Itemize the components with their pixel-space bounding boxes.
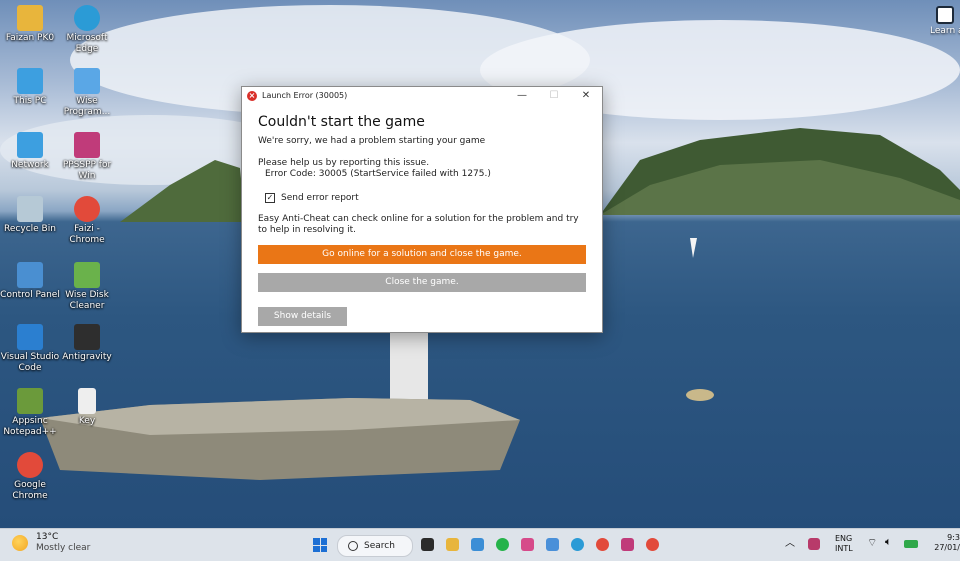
dialog-subtitle: We're sorry, we had a problem starting y…	[258, 136, 486, 146]
dialog-title: Launch Error (30005)	[262, 91, 348, 100]
file-explorer-icon[interactable]	[446, 538, 459, 551]
taskbar-search[interactable]: Search	[337, 535, 413, 557]
notepad-icon	[17, 388, 43, 414]
maximize-button: ☐	[549, 90, 559, 101]
desktop-icon-key[interactable]: Key	[57, 388, 117, 427]
folder-icon	[17, 5, 43, 31]
send-error-report-label: Send error report	[281, 193, 359, 203]
desktop-icon-google-chrome[interactable]: Google Chrome	[0, 452, 60, 502]
desktop-icon-microsoft-edge[interactable]: Microsoft Edge	[57, 5, 117, 55]
show-details-button[interactable]: Show details	[258, 307, 347, 326]
start-button[interactable]	[313, 538, 327, 552]
desktop-icon-ppsspp[interactable]: PPSSPP for Win	[57, 132, 117, 182]
weather-widget[interactable]: 13°C Mostly clear	[12, 532, 90, 554]
chrome-icon	[17, 452, 43, 478]
camera-icon	[936, 6, 954, 24]
desktop-icon-wise-disk-cleaner[interactable]: Wise Disk Cleaner	[57, 262, 117, 312]
learn-about-picture-button[interactable]: Learn about this picture	[930, 6, 960, 37]
weather-temperature: 13°C	[36, 532, 59, 542]
recycle-bin-icon	[17, 196, 43, 222]
tray-chevron-icon[interactable]: ︿	[785, 539, 795, 549]
file-icon	[78, 388, 96, 414]
close-button[interactable]: ✕	[570, 87, 602, 104]
minimize-button[interactable]: —	[506, 87, 538, 104]
edge-taskbar-icon[interactable]	[571, 538, 584, 551]
search-icon	[348, 541, 358, 551]
chrome-profile-taskbar-icon[interactable]	[646, 538, 659, 551]
error-code-text: Error Code: 30005 (StartService failed w…	[265, 169, 491, 179]
language-indicator[interactable]: ENG INTL	[835, 534, 853, 554]
desktop-icon-recycle-bin[interactable]: Recycle Bin	[0, 196, 60, 235]
vscode-icon	[17, 324, 43, 350]
dialog-heading: Couldn't start the game	[258, 114, 425, 130]
go-online-button[interactable]: Go online for a solution and close the g…	[258, 245, 586, 264]
desktop-icon-visual-studio-code[interactable]: Visual Studio Code	[0, 324, 60, 374]
desktop-icon-antigravity[interactable]: Antigravity	[57, 324, 117, 363]
send-error-report-option[interactable]: ✓ Send error report	[258, 193, 586, 203]
send-error-report-checkbox[interactable]: ✓	[265, 193, 275, 203]
report-prompt: Please help us by reporting this issue.	[258, 158, 430, 168]
desktop-icon-faizan-pk0[interactable]: Faizan PK0	[0, 5, 60, 44]
monitor-icon	[17, 68, 43, 94]
ppsspp-icon	[74, 132, 100, 158]
desktop-icon-network[interactable]: Network	[0, 132, 60, 171]
taskbar: 13°C Mostly clear Search ︿ ENG INTL ⌔ 🔈︎…	[0, 528, 960, 561]
tray-app-icon[interactable]	[808, 538, 820, 550]
close-game-button[interactable]: Close the game.	[258, 273, 586, 292]
info-text: Easy Anti-Cheat can check online for a s…	[258, 214, 579, 235]
clock[interactable]: 9:3 27/01/	[932, 533, 960, 553]
chrome-taskbar-icon[interactable]	[596, 538, 609, 551]
wise-disk-cleaner-icon	[74, 262, 100, 288]
error-icon: ×	[247, 90, 257, 101]
store-icon[interactable]	[471, 538, 484, 551]
desktop-icon-wise-program[interactable]: Wise Program...	[57, 68, 117, 118]
search-label: Search	[364, 541, 395, 551]
notepad-app-icon[interactable]	[546, 538, 559, 551]
network-icon	[17, 132, 43, 158]
chrome-icon	[74, 196, 100, 222]
battery-icon[interactable]	[904, 540, 918, 548]
control-panel-icon	[17, 262, 43, 288]
wise-program-icon	[74, 68, 100, 94]
task-view-icon[interactable]	[421, 538, 434, 551]
dialog-body: Couldn't start the game We're sorry, we …	[242, 104, 602, 326]
antigravity-icon	[74, 324, 100, 350]
desktop-icon-this-pc[interactable]: This PC	[0, 68, 60, 107]
desktop-icon-area: Faizan PK0 Microsoft Edge This PC Wise P…	[0, 0, 120, 520]
launch-error-dialog: × Launch Error (30005) — ☐ ✕ Couldn't st…	[241, 86, 603, 333]
ppsspp-taskbar-icon[interactable]	[621, 538, 634, 551]
copilot-icon[interactable]	[521, 538, 534, 551]
weather-description: Mostly clear	[36, 543, 91, 553]
volume-icon[interactable]: 🔈︎	[885, 536, 892, 547]
dialog-titlebar: × Launch Error (30005) — ☐ ✕	[242, 87, 602, 104]
edge-icon	[74, 5, 100, 31]
desktop-icon-notepad[interactable]: Appsinc Notepad++	[0, 388, 60, 438]
desktop-icon-control-panel[interactable]: Control Panel	[0, 262, 60, 301]
whatsapp-icon[interactable]	[496, 538, 509, 551]
desktop-icon-faizi-chrome[interactable]: Faizi - Chrome	[57, 196, 117, 246]
weather-moon-icon	[12, 535, 28, 551]
wifi-icon[interactable]: ⌔	[867, 537, 877, 548]
